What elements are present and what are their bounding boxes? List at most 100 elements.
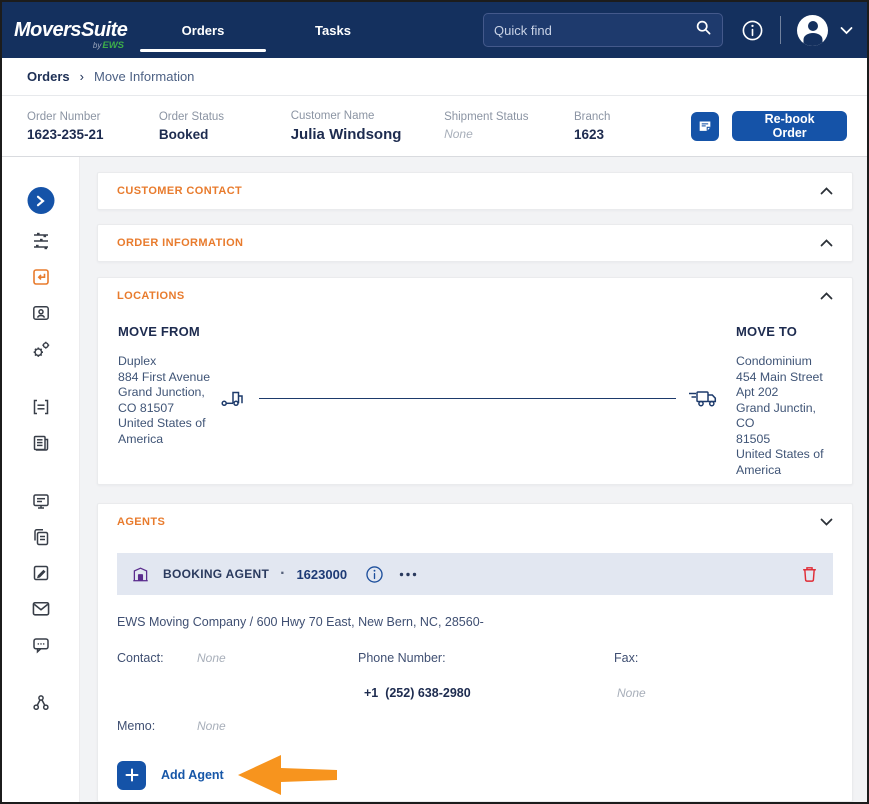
- origin-truck-icon: [221, 388, 247, 408]
- agents-header[interactable]: AGENTS: [98, 504, 852, 540]
- order-information-title: ORDER INFORMATION: [117, 237, 243, 249]
- avatar-body: [803, 33, 822, 46]
- avatar-head: [808, 21, 818, 31]
- mail-icon: [30, 599, 51, 618]
- agent-building-icon: [132, 566, 149, 583]
- order-information-section: ORDER INFORMATION: [97, 224, 853, 262]
- quick-find-input[interactable]: [494, 23, 695, 38]
- search-icon[interactable]: [695, 19, 712, 41]
- order-status-value: Booked: [159, 127, 291, 142]
- order-information-header[interactable]: ORDER INFORMATION: [98, 225, 852, 261]
- move-to-line: 81505: [736, 432, 836, 448]
- agent-contact-row: Contact: None Phone Number: Fax:: [117, 651, 833, 667]
- sidebar-item-copy[interactable]: [31, 527, 51, 547]
- agent-more-icon[interactable]: [399, 572, 417, 577]
- news-document-icon: [31, 433, 51, 453]
- move-from-line: CO 81507: [118, 401, 236, 417]
- logo-title: MoversSuite: [14, 19, 127, 41]
- logo-subtitle: byEWS: [93, 40, 124, 51]
- content-area: CUSTOMER CONTACT ORDER INFORMATION LOCAT…: [2, 157, 867, 802]
- sidebar-item-notes[interactable]: [30, 397, 51, 417]
- phone-label: Phone Number:: [358, 651, 446, 665]
- branch-value: 1623: [574, 127, 691, 142]
- sidebar-item-order-list[interactable]: [30, 230, 51, 250]
- breadcrumb-orders[interactable]: Orders: [27, 69, 70, 84]
- chevron-up-icon[interactable]: [820, 187, 833, 195]
- move-from-line: 884 First Avenue: [118, 370, 236, 386]
- sidebar-item-screen[interactable]: [30, 491, 51, 511]
- annotation-arrow-icon: [237, 754, 339, 796]
- customer-contact-title: CUSTOMER CONTACT: [117, 185, 242, 197]
- fax-label: Fax:: [614, 651, 638, 665]
- tab-orders[interactable]: Orders: [138, 2, 268, 58]
- clipboard-edit-icon: [31, 563, 51, 583]
- order-status-field: Order Status Booked: [159, 111, 291, 142]
- sidebar-item-share[interactable]: [31, 693, 51, 713]
- add-agent-button[interactable]: [117, 761, 146, 790]
- folder-person-icon: [31, 303, 51, 323]
- move-to-line: America: [736, 463, 836, 479]
- chevron-up-icon[interactable]: [820, 292, 833, 300]
- order-list-icon: [30, 230, 51, 250]
- agent-id: 1623000: [296, 567, 347, 582]
- chevron-down-icon[interactable]: [820, 518, 833, 526]
- locations-section: LOCATIONS MOVE FROM Duplex 884 First Ave…: [97, 277, 853, 485]
- active-tab-underline: [140, 49, 266, 52]
- sidebar-item-mail[interactable]: [30, 599, 51, 618]
- sidebar-item-move-information[interactable]: [31, 267, 51, 287]
- chevron-up-icon[interactable]: [820, 239, 833, 247]
- agent-info-icon[interactable]: [365, 565, 384, 584]
- sidebar-item-chat[interactable]: [30, 635, 51, 655]
- info-icon[interactable]: [741, 19, 764, 42]
- shipment-status-field: Shipment Status None: [444, 111, 574, 141]
- monitor-icon: [30, 491, 51, 511]
- customer-contact-header[interactable]: CUSTOMER CONTACT: [98, 173, 852, 209]
- order-actions: Re-book Order: [691, 111, 847, 141]
- sidebar-expand-button[interactable]: [27, 187, 54, 214]
- move-from-title: MOVE FROM: [118, 324, 236, 339]
- add-agent-row: Add Agent: [117, 754, 833, 796]
- gears-icon: [30, 339, 51, 360]
- quick-find-box[interactable]: [483, 13, 723, 47]
- note-icon: [697, 118, 713, 134]
- agent-company-line: EWS Moving Company / 600 Hwy 70 East, Ne…: [117, 615, 833, 629]
- destination-truck-icon: [688, 388, 718, 408]
- contact-value: None: [197, 651, 226, 665]
- move-from-line: United States of: [118, 416, 236, 432]
- route-line: [259, 398, 676, 399]
- delete-agent-icon[interactable]: [801, 565, 818, 583]
- move-from-block: MOVE FROM Duplex 884 First Avenue Grand …: [118, 324, 236, 447]
- sidebar-item-settings[interactable]: [30, 339, 51, 360]
- customer-name-value: Julia Windsong: [291, 126, 444, 143]
- chevron-down-icon[interactable]: [840, 26, 853, 35]
- plus-icon: [125, 768, 139, 782]
- sidebar-item-documents[interactable]: [31, 433, 51, 453]
- agents-title: AGENTS: [117, 516, 165, 528]
- move-to-title: MOVE TO: [736, 324, 836, 339]
- rebook-order-button[interactable]: Re-book Order: [732, 111, 847, 141]
- move-to-block: MOVE TO Condominium 454 Main Street Apt …: [736, 324, 836, 478]
- main-panel: CUSTOMER CONTACT ORDER INFORMATION LOCAT…: [80, 157, 867, 802]
- user-avatar[interactable]: [797, 15, 828, 46]
- breadcrumb-current: Move Information: [94, 69, 194, 84]
- add-agent-label[interactable]: Add Agent: [161, 768, 224, 782]
- navbar-right: [483, 13, 853, 47]
- breadcrumb: Orders › Move Information: [2, 58, 867, 96]
- tab-tasks[interactable]: Tasks: [268, 2, 398, 58]
- move-to-line: Apt 202: [736, 385, 836, 401]
- order-number-value: 1623-235-21: [27, 127, 159, 142]
- route-graphic: [221, 388, 718, 408]
- memo-label: Memo:: [117, 719, 155, 733]
- move-to-line: Grand Junctin, CO: [736, 401, 836, 432]
- agent-role-label: BOOKING AGENT: [163, 567, 269, 581]
- sidebar-item-edit-form[interactable]: [31, 563, 51, 583]
- agent-phone-row: +1 (252) 638-2980 None: [117, 686, 833, 702]
- breadcrumb-separator: ›: [80, 69, 84, 84]
- left-sidebar: [2, 157, 80, 802]
- share-network-icon: [31, 693, 51, 713]
- locations-header[interactable]: LOCATIONS: [98, 278, 852, 314]
- note-button[interactable]: [691, 112, 719, 141]
- app-logo[interactable]: MoversSuite byEWS: [14, 19, 126, 42]
- sidebar-item-contacts[interactable]: [31, 303, 51, 323]
- copy-documents-icon: [31, 527, 51, 547]
